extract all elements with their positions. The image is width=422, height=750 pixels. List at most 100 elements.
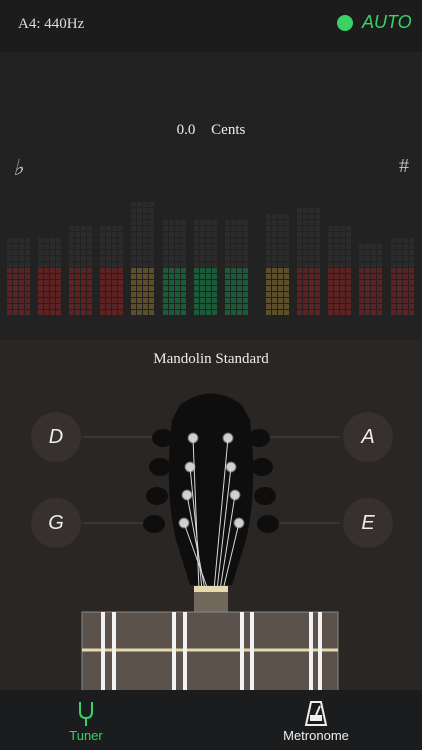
meter-cell [397,292,402,297]
meter-cell [106,256,111,261]
meter-cell [50,250,55,255]
meter-cell [346,310,351,315]
meter-cell [112,244,117,249]
meter-cell [377,250,382,255]
meter-cell [231,292,236,297]
meter-cell [81,286,86,291]
meter-cell [100,256,105,261]
string-button-a[interactable]: A [343,412,393,462]
meter-cell [143,268,148,273]
meter-cell [309,244,314,249]
meter-cell [169,310,174,315]
meter-cell [266,214,271,219]
meter-cell [38,292,43,297]
meter-cell [69,304,74,309]
meter-cell [315,304,320,309]
meter-cell [112,262,117,267]
tab-tuner[interactable]: Tuner [56,690,116,750]
meter-cell [7,244,12,249]
meter-cell [137,268,142,273]
string-button-e[interactable]: E [343,498,393,548]
meter-cell [7,280,12,285]
meter-cell [303,280,308,285]
tab-metronome[interactable]: Metronome [270,690,362,750]
meter-cell [340,250,345,255]
meter-cell [25,280,30,285]
meter-cell [56,286,61,291]
meter-cell [137,274,142,279]
meter-cell [13,268,18,273]
meter-cell [309,292,314,297]
meter-cell [340,286,345,291]
meter-cell [225,238,230,243]
meter-cell [231,286,236,291]
meter-cell [19,286,24,291]
string-button-d[interactable]: D [31,412,81,462]
tuning-name[interactable]: Mandolin Standard [0,351,422,368]
meter-cell [44,238,49,243]
meter-cell [69,268,74,273]
meter-cell [212,310,217,315]
meter-cell [284,232,289,237]
meter-cell [118,256,123,261]
reference-pitch[interactable]: A4: 440Hz [18,16,84,33]
meter-cell [131,214,136,219]
meter-cell [69,274,74,279]
meter-cell [309,274,314,279]
meter-cell [266,286,271,291]
meter-cell [169,292,174,297]
meter-cell [403,280,408,285]
meter-cell [75,226,80,231]
meter-cell [169,280,174,285]
meter-cell [278,256,283,261]
meter-cell [106,262,111,267]
meter-cell [334,286,339,291]
meter-cell [163,292,168,297]
string-button-g[interactable]: G [31,498,81,548]
meter-cell [19,268,24,273]
meter-cell [112,268,117,273]
meter-cell [13,256,18,261]
meter-cell [266,292,271,297]
meter-cell [391,304,396,309]
cents-value: 0.0 [176,122,196,138]
meter-cell [297,262,302,267]
meter-cell [225,310,230,315]
meter-cell [50,262,55,267]
meter-cell [346,250,351,255]
meter-cell [340,304,345,309]
meter-cell [81,268,86,273]
meter-cell [334,274,339,279]
meter-cell [284,238,289,243]
meter-cell [118,244,123,249]
meter-cell [19,292,24,297]
meter-cell [303,298,308,303]
meter-cell [365,304,370,309]
meter-cell [278,226,283,231]
meter-cell [297,208,302,213]
meter-cell [315,310,320,315]
meter-cell [237,250,242,255]
meter-cell [25,304,30,309]
meter-cell [212,286,217,291]
meter-cell [328,244,333,249]
auto-status-dot[interactable] [337,15,353,31]
meter-cell [409,304,414,309]
meter-cell [56,244,61,249]
meter-cell [346,280,351,285]
meter-cell [131,286,136,291]
meter-cell [340,256,345,261]
meter-cell [87,286,92,291]
meter-cell [225,262,230,267]
meter-cell [403,286,408,291]
meter-cell [38,256,43,261]
meter-cell [231,310,236,315]
meter-cell [409,280,414,285]
meter-cell [149,226,154,231]
meter-cell [13,292,18,297]
auto-mode-toggle[interactable]: AUTO [362,12,412,33]
meter-cell [143,256,148,261]
meter-cell [303,310,308,315]
meter-cell [44,274,49,279]
meter-cell [87,226,92,231]
